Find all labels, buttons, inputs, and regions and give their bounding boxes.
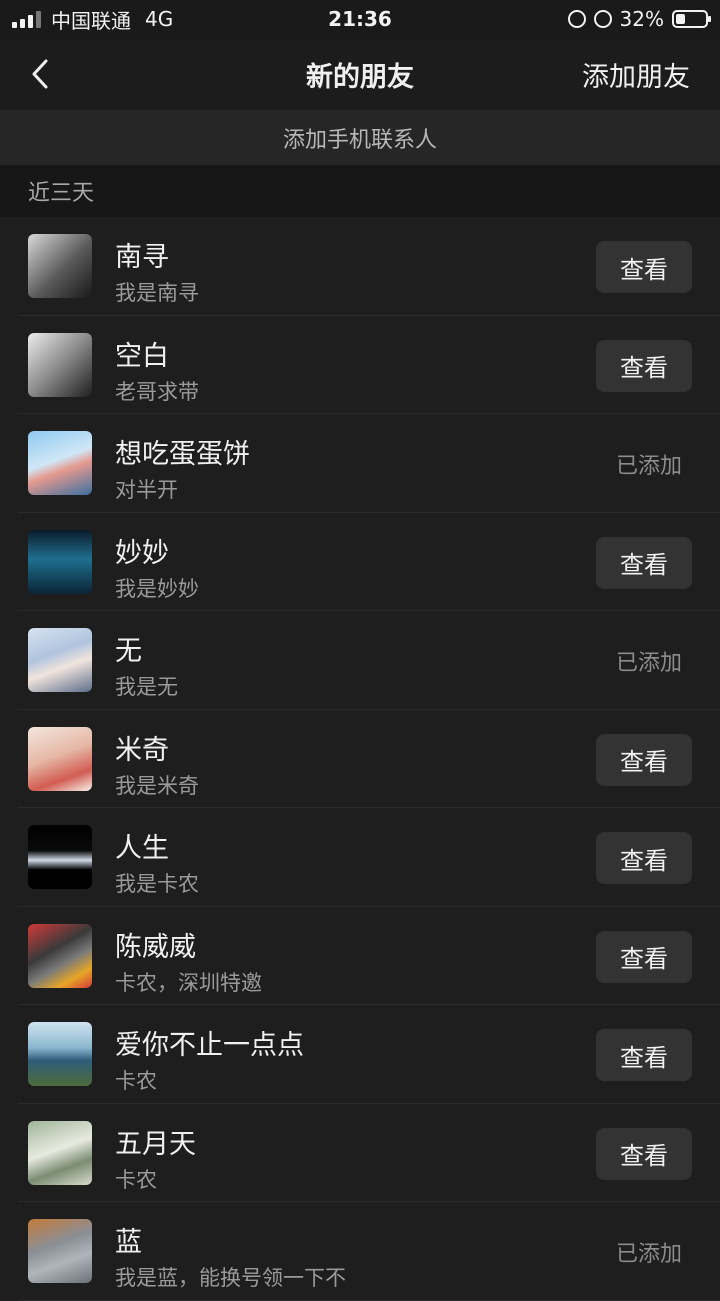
friend-message: 卡农 bbox=[115, 1167, 157, 1192]
added-status-label: 已添加 bbox=[615, 1242, 682, 1267]
battery-level-fill bbox=[676, 14, 685, 24]
page-title: 新的朋友 bbox=[306, 61, 414, 93]
friend-name: 蓝 bbox=[115, 1227, 142, 1258]
friend-name: 空白 bbox=[115, 340, 169, 372]
friend-request-list: 南寻 我是南寻 查看 空白 老哥求带 查看 想吃蛋蛋饼 对半开 已添加 妙妙 我是妙妙 查看无我是无已… bbox=[0, 217, 720, 1301]
friend-name: 想吃蛋蛋饼 bbox=[115, 439, 250, 470]
friend-request-row[interactable]: 陈威威卡农，深圳特邀 查看 bbox=[0, 907, 720, 1005]
avatar[interactable] bbox=[28, 1120, 92, 1185]
avatar[interactable] bbox=[28, 726, 92, 791]
friend-name: 妙妙 bbox=[115, 537, 169, 569]
network-type: 4G bbox=[145, 7, 174, 31]
avatar[interactable] bbox=[28, 1219, 92, 1283]
avatar[interactable] bbox=[28, 529, 92, 594]
avatar[interactable] bbox=[28, 825, 92, 889]
added-status-label: 已添加 bbox=[615, 651, 682, 676]
view-button[interactable]: 查看 bbox=[596, 339, 692, 392]
section-header-recent: 近三天 bbox=[0, 165, 720, 217]
view-button[interactable]: 查看 bbox=[596, 1029, 692, 1081]
friend-name: 米奇 bbox=[115, 734, 169, 766]
signal-strength-icon bbox=[12, 10, 41, 28]
battery-percent: 32% bbox=[619, 7, 664, 31]
avatar[interactable] bbox=[28, 1022, 92, 1086]
add-friend-button[interactable]: 添加朋友 bbox=[582, 55, 690, 94]
alarm-clock-icon bbox=[593, 10, 612, 28]
carrier-name: 中国联通 bbox=[51, 8, 131, 33]
view-button[interactable]: 查看 bbox=[596, 1127, 692, 1180]
nav-bar: 新的朋友 添加朋友 bbox=[0, 38, 720, 110]
friend-request-row[interactable]: 妙妙我是妙妙 查看 bbox=[0, 513, 720, 611]
added-status-label: 已添加 bbox=[615, 454, 682, 479]
friend-message: 我是无 bbox=[115, 675, 178, 699]
avatar[interactable] bbox=[28, 431, 92, 495]
friend-name: 爱你不止一点点 bbox=[115, 1030, 304, 1061]
friend-name: 南寻 bbox=[115, 242, 169, 273]
view-button[interactable]: 查看 bbox=[596, 733, 692, 786]
friend-message: 我是蓝，能换号领一下不 bbox=[115, 1266, 346, 1290]
friend-message: 卡农 bbox=[115, 1069, 157, 1093]
view-button[interactable]: 查看 bbox=[596, 536, 692, 589]
friend-request-row[interactable]: 人生我是卡农 查看 bbox=[0, 808, 720, 907]
friend-message: 我是米奇 bbox=[115, 773, 199, 798]
friend-request-row[interactable]: 无我是无 已添加 bbox=[0, 611, 720, 710]
friend-request-row[interactable]: 爱你不止一点点卡农 查看 bbox=[0, 1005, 720, 1104]
view-button[interactable]: 查看 bbox=[596, 241, 692, 293]
view-button[interactable]: 查看 bbox=[596, 930, 692, 983]
friend-name: 无 bbox=[115, 636, 142, 667]
avatar[interactable] bbox=[28, 628, 92, 692]
friend-message: 对半开 bbox=[115, 478, 178, 502]
chevron-left-icon bbox=[32, 59, 48, 89]
friend-message: 我是南寻 bbox=[115, 281, 199, 305]
friend-message: 卡农，深圳特邀 bbox=[115, 970, 262, 995]
back-button[interactable] bbox=[22, 56, 58, 92]
friend-name: 陈威威 bbox=[115, 931, 196, 963]
add-phone-contacts-button[interactable]: 添加手机联系人 bbox=[0, 110, 720, 165]
friend-message: 老哥求带 bbox=[115, 379, 199, 404]
rotation-lock-icon bbox=[567, 10, 586, 28]
friend-message: 我是妙妙 bbox=[115, 576, 199, 601]
avatar[interactable] bbox=[28, 234, 92, 298]
friend-request-row[interactable]: 想吃蛋蛋饼对半开 已添加 bbox=[0, 414, 720, 513]
avatar[interactable] bbox=[28, 332, 92, 397]
friend-name: 人生 bbox=[115, 833, 169, 864]
avatar[interactable] bbox=[28, 923, 92, 988]
view-button[interactable]: 查看 bbox=[596, 832, 692, 884]
friend-request-row[interactable]: 南寻我是南寻 查看 bbox=[0, 217, 720, 316]
status-bar: 中国联通 4G 21:36 32% bbox=[0, 0, 720, 38]
friend-request-row[interactable]: 米奇我是米奇 查看 bbox=[0, 710, 720, 808]
friend-request-row[interactable]: 空白老哥求带 查看 bbox=[0, 316, 720, 414]
friend-message: 我是卡农 bbox=[115, 872, 199, 896]
friend-request-row[interactable]: 五月天卡农 查看 bbox=[0, 1104, 720, 1202]
friend-request-row[interactable]: 蓝我是蓝，能换号领一下不 已添加 bbox=[0, 1202, 720, 1301]
battery-icon bbox=[672, 10, 711, 28]
friend-name: 五月天 bbox=[115, 1128, 196, 1160]
row-divider bbox=[18, 1299, 720, 1301]
